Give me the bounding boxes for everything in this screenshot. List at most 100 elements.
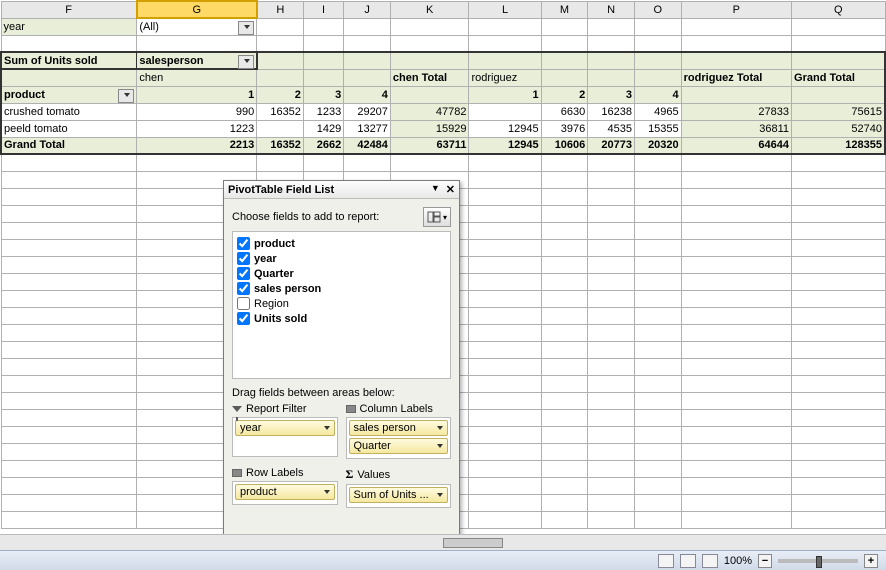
chen-total-header: chen Total bbox=[390, 69, 469, 86]
close-icon[interactable]: ✕ bbox=[446, 183, 455, 196]
data-cell: 20773 bbox=[588, 137, 635, 154]
data-cell: 2213 bbox=[137, 137, 257, 154]
data-cell[interactable]: 29207 bbox=[344, 103, 391, 120]
page-break-view-button[interactable] bbox=[702, 554, 718, 568]
subtotal-cell: 64644 bbox=[681, 137, 791, 154]
col-header-H[interactable]: H bbox=[257, 1, 304, 18]
values-area[interactable]: Sum of Units ... bbox=[346, 484, 452, 508]
data-cell[interactable]: 16238 bbox=[588, 103, 635, 120]
col-header-Q[interactable]: Q bbox=[792, 1, 885, 18]
zoom-out-button[interactable]: − bbox=[758, 554, 772, 568]
rodriguez-header: rodriguez bbox=[469, 69, 541, 86]
pivot-field-list-panel[interactable]: PivotTable Field List ▼ ✕ Choose fields … bbox=[223, 180, 460, 560]
data-cell[interactable]: 12945 bbox=[469, 120, 541, 137]
page-layout-view-button[interactable] bbox=[680, 554, 696, 568]
col-header-K[interactable]: K bbox=[390, 1, 469, 18]
field-label: Quarter bbox=[254, 268, 294, 280]
values-area-label: Values bbox=[357, 469, 390, 481]
data-cell[interactable] bbox=[257, 120, 304, 137]
values-label: Sum of Units sold bbox=[1, 52, 137, 69]
table-row: peeld tomato 1223 1429 13277 15929 12945… bbox=[1, 120, 885, 137]
row-icon bbox=[232, 469, 242, 477]
data-cell: 42484 bbox=[344, 137, 391, 154]
quarter-cell: 1 bbox=[137, 86, 257, 103]
zoom-slider[interactable] bbox=[778, 559, 858, 563]
field-list[interactable]: productyear Quartersales personRegion Unit… bbox=[232, 231, 451, 379]
layout-options-button[interactable]: ▾ bbox=[423, 207, 451, 227]
quarter-cell: 3 bbox=[588, 86, 635, 103]
data-cell[interactable]: 3976 bbox=[541, 120, 588, 137]
subtotal-cell: 15929 bbox=[390, 120, 469, 137]
panel-title-text: PivotTable Field List bbox=[228, 184, 334, 196]
col-header-I[interactable]: I bbox=[303, 1, 343, 18]
field-checkbox[interactable] bbox=[237, 252, 250, 265]
chevron-down-icon bbox=[324, 426, 330, 430]
field-checkbox[interactable] bbox=[237, 267, 250, 280]
product-name: crushed tomato bbox=[1, 103, 137, 120]
field-chip-product[interactable]: product bbox=[235, 484, 335, 500]
col-header-G[interactable]: G bbox=[137, 1, 257, 18]
data-cell[interactable]: 16352 bbox=[257, 103, 304, 120]
field-item-sales-person[interactable]: sales person bbox=[237, 281, 446, 296]
field-chip-sum-units[interactable]: Sum of Units ... bbox=[349, 487, 449, 503]
data-cell[interactable]: 1223 bbox=[137, 120, 257, 137]
field-checkbox[interactable] bbox=[237, 237, 250, 250]
col-header-M[interactable]: M bbox=[541, 1, 588, 18]
row-labels-label: Row Labels bbox=[246, 467, 303, 479]
normal-view-button[interactable] bbox=[658, 554, 674, 568]
subtotal-cell: 63711 bbox=[390, 137, 469, 154]
data-cell[interactable]: 4965 bbox=[634, 103, 681, 120]
field-checkbox[interactable] bbox=[237, 312, 250, 325]
field-chip-salesperson[interactable]: sales person bbox=[349, 420, 449, 436]
data-cell[interactable]: 15355 bbox=[634, 120, 681, 137]
field-item-Quarter[interactable]: Quarter bbox=[237, 266, 446, 281]
field-item-Units-sold[interactable]: Units sold bbox=[237, 311, 446, 326]
row-labels-area[interactable]: product bbox=[232, 481, 338, 505]
field-item-year[interactable]: year bbox=[237, 251, 446, 266]
col-header-F[interactable]: F bbox=[1, 1, 137, 18]
choose-fields-label: Choose fields to add to report: bbox=[232, 211, 379, 223]
col-header-P[interactable]: P bbox=[681, 1, 791, 18]
field-checkbox[interactable] bbox=[237, 297, 250, 310]
salesperson-dropdown[interactable]: salesperson bbox=[137, 52, 257, 69]
layout-icon bbox=[427, 211, 441, 223]
data-cell[interactable]: 4535 bbox=[588, 120, 635, 137]
data-cell[interactable]: 990 bbox=[137, 103, 257, 120]
chevron-down-icon bbox=[437, 493, 443, 497]
field-chip-year[interactable]: year bbox=[235, 420, 335, 436]
quarter-cell: 1 bbox=[469, 86, 541, 103]
subtotal-cell: 47782 bbox=[390, 103, 469, 120]
horizontal-scrollbar[interactable] bbox=[0, 534, 886, 550]
report-filter-area[interactable]: year bbox=[232, 417, 338, 457]
col-header-L[interactable]: L bbox=[469, 1, 541, 18]
column-header-row: F G H I J K L M N O P Q bbox=[1, 1, 885, 18]
field-chip-quarter[interactable]: Quarter bbox=[349, 438, 449, 454]
field-label: Units sold bbox=[254, 313, 307, 325]
data-cell[interactable]: 1429 bbox=[303, 120, 343, 137]
rodriguez-total-header: rodriguez Total bbox=[681, 69, 791, 86]
filter-value-dropdown[interactable]: (All) bbox=[137, 18, 257, 35]
drag-areas-label: Drag fields between areas below: bbox=[232, 387, 451, 399]
panel-titlebar[interactable]: PivotTable Field List ▼ ✕ bbox=[224, 181, 459, 199]
quarter-cell: 4 bbox=[634, 86, 681, 103]
data-cell[interactable] bbox=[469, 103, 541, 120]
col-header-J[interactable]: J bbox=[344, 1, 391, 18]
field-item-product[interactable]: product bbox=[237, 236, 446, 251]
quarter-cell: 2 bbox=[257, 86, 304, 103]
chip-label: product bbox=[240, 486, 277, 498]
chip-label: year bbox=[240, 422, 261, 434]
scrollbar-thumb[interactable] bbox=[443, 538, 503, 548]
column-labels-area[interactable]: sales person Quarter bbox=[346, 417, 452, 459]
field-item-Region[interactable]: Region bbox=[237, 296, 446, 311]
data-cell[interactable]: 1233 bbox=[303, 103, 343, 120]
col-header-N[interactable]: N bbox=[588, 1, 635, 18]
zoom-in-button[interactable]: + bbox=[864, 554, 878, 568]
data-cell[interactable]: 13277 bbox=[344, 120, 391, 137]
data-cell[interactable]: 6630 bbox=[541, 103, 588, 120]
panel-dropdown-icon[interactable]: ▼ bbox=[431, 183, 440, 196]
zoom-percent[interactable]: 100% bbox=[724, 555, 752, 567]
col-header-O[interactable]: O bbox=[634, 1, 681, 18]
field-checkbox[interactable] bbox=[237, 282, 250, 295]
report-filter-label: Report Filter bbox=[246, 403, 307, 415]
product-dropdown[interactable]: product bbox=[1, 86, 137, 103]
